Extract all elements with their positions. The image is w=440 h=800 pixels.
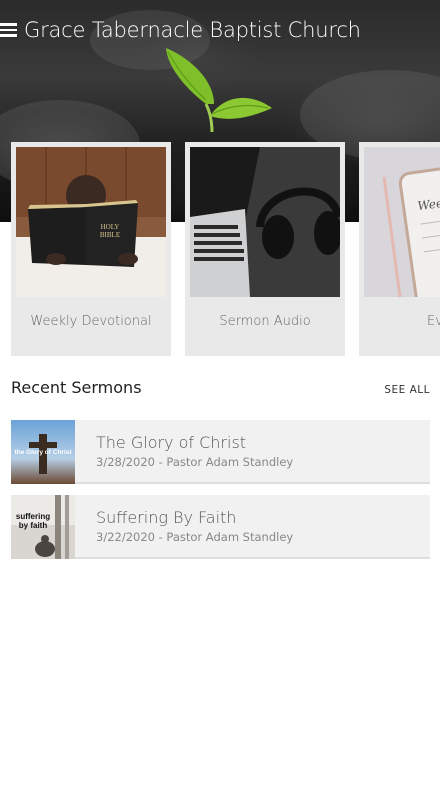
svg-text:BIBLE: BIBLE	[100, 231, 120, 239]
svg-text:suffering: suffering	[16, 512, 50, 521]
sermon-item[interactable]: the Glory of Christ The Glory of Christ …	[11, 420, 430, 484]
app-bar: Grace Tabernacle Baptist Church	[0, 12, 440, 48]
sermon-item[interactable]: suffering by faith Suffering By Faith 3/…	[11, 495, 430, 559]
card-events[interactable]: Weekly Eve	[359, 142, 440, 356]
card-sermon-audio[interactable]: Sermon Audio	[185, 142, 345, 356]
feature-cards: HOLY BIBLE Weekly Devotional Sermon Audi…	[11, 142, 440, 356]
app-title: Grace Tabernacle Baptist Church	[24, 18, 361, 42]
tablet-notes-image: Weekly	[364, 147, 440, 297]
svg-text:HOLY: HOLY	[101, 223, 120, 231]
section-title: Recent Sermons	[11, 378, 142, 397]
svg-text:the Glory of Christ: the Glory of Christ	[14, 449, 72, 456]
sermon-thumbnail: the Glory of Christ	[11, 420, 75, 484]
sermon-meta: 3/22/2020 - Pastor Adam Standley	[96, 530, 294, 544]
child-reading-bible-image: HOLY BIBLE	[16, 147, 166, 297]
card-label: Eve	[427, 314, 440, 329]
sermon-meta: 3/28/2020 - Pastor Adam Standley	[96, 455, 294, 469]
laptop-headphones-image	[190, 147, 340, 297]
card-weekly-devotional[interactable]: HOLY BIBLE Weekly Devotional	[11, 142, 171, 356]
sermon-thumbnail: suffering by faith	[11, 495, 75, 559]
card-label: Sermon Audio	[219, 314, 311, 329]
svg-text:by faith: by faith	[19, 521, 48, 530]
sermon-title: Suffering By Faith	[96, 508, 237, 527]
hamburger-menu-icon[interactable]	[0, 12, 24, 48]
recent-sermons-header: Recent Sermons SEE ALL	[11, 378, 430, 400]
sermon-title: The Glory of Christ	[96, 433, 247, 452]
card-label: Weekly Devotional	[30, 314, 152, 329]
see-all-link[interactable]: SEE ALL	[384, 384, 430, 396]
